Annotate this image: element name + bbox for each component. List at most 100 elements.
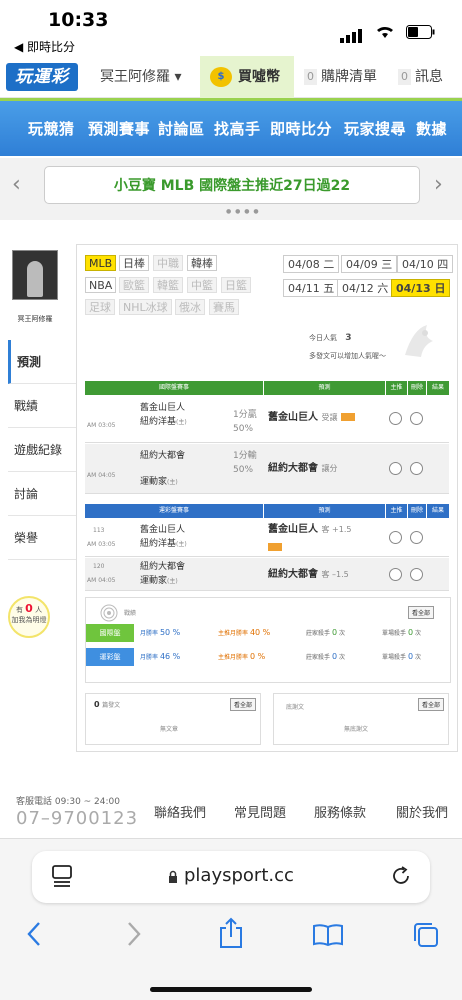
team-home: 運動家(主) xyxy=(140,575,178,588)
main-pick-radio[interactable] xyxy=(389,568,402,581)
intl-header-match: 國際盤賽事 xyxy=(85,381,263,395)
delete-radio[interactable] xyxy=(410,568,423,581)
light-bulb-button[interactable]: 有 0 人 加我為明燈 xyxy=(8,596,50,638)
footer-link-terms[interactable]: 服務條款 xyxy=(314,802,366,821)
tabs-icon[interactable] xyxy=(412,921,440,949)
main-nav: 玩競猜 預測賽事 討論區 找高手 即時比分 玩家搜尋 數據 xyxy=(0,98,462,156)
team-home: 紐約洋基(主) xyxy=(140,538,187,551)
sidebar-item-discussion[interactable]: 討論 xyxy=(8,472,76,516)
footer-link-faq[interactable]: 常見問題 xyxy=(234,802,286,821)
url-text[interactable]: playsport.cc xyxy=(184,865,294,886)
league-nba[interactable]: NBA xyxy=(85,277,117,293)
league-npb[interactable]: 日棒 xyxy=(119,255,149,271)
main-pick-radio[interactable] xyxy=(389,462,402,475)
sports-main-win: 主推月勝率 0 % xyxy=(218,648,265,667)
intl-record-label: 國際盤 xyxy=(86,624,134,642)
back-to-app-link[interactable]: ◀ 即時比分 xyxy=(14,38,75,55)
site-header: 玩運彩 冥王阿修羅 ▾ $ 買噓幣 0 購牌清單 0 訊息 xyxy=(0,56,462,98)
cart-link[interactable]: 0 購牌清單 xyxy=(304,56,377,98)
date-0412[interactable]: 04/12 六 xyxy=(337,279,394,297)
odds-badge-icon xyxy=(340,413,355,421)
message-label: 訊息 xyxy=(415,69,443,85)
league-cpbl: 中職 xyxy=(153,255,183,271)
banner-text[interactable]: 小豆寶 MLB 國際盤主推近27日過22 xyxy=(44,166,420,204)
record-view-all-button[interactable]: 看全部 xyxy=(408,606,435,619)
sports-record-label: 運彩盤 xyxy=(86,648,134,666)
sidebar-item-record[interactable]: 戰績 xyxy=(8,384,76,428)
site-logo[interactable]: 玩運彩 xyxy=(6,63,78,91)
team-away: 紐約大都會 xyxy=(140,562,186,572)
avatar-figure xyxy=(27,261,43,297)
sports-single-killer: 單場殺手 0 次 xyxy=(382,648,421,667)
nav-item-forum[interactable]: 討論區 xyxy=(158,118,205,139)
cart-count: 0 xyxy=(304,69,317,85)
signal-icon xyxy=(340,24,364,43)
sidebar-item-game-log[interactable]: 遊戲紀錄 xyxy=(8,428,76,472)
date-0408[interactable]: 04/08 二 xyxy=(283,255,340,273)
home-indicator xyxy=(150,987,312,992)
fav-label: 莊家殺手 xyxy=(306,630,331,637)
team-home: 運動家(主) xyxy=(140,476,178,489)
date-0409[interactable]: 04/09 三 xyxy=(341,255,398,273)
match-time: AM 04:05 xyxy=(87,577,116,584)
popularity-hint: 多發文可以增加人氣喔～ xyxy=(309,352,386,360)
footer-link-about[interactable]: 關於我們 xyxy=(396,802,448,821)
match-time: AM 04:05 xyxy=(87,472,116,479)
mascot-icon xyxy=(405,325,433,357)
pick-note: 受讓 xyxy=(321,413,338,422)
banner-next-arrow-icon[interactable]: › xyxy=(434,172,443,197)
posts-view-all-button[interactable]: 看全部 xyxy=(230,698,257,711)
league-kbo[interactable]: 韓棒 xyxy=(187,255,217,271)
sidebar-item-honor[interactable]: 榮譽 xyxy=(8,516,76,560)
bulb-count: 0 xyxy=(25,602,33,615)
thanks-empty: 無底謝文 xyxy=(344,726,369,733)
match-number: 120 xyxy=(93,563,105,570)
target-icon xyxy=(100,604,118,622)
buy-coin-button[interactable]: $ 買噓幣 xyxy=(200,56,294,98)
nav-item-player-search[interactable]: 玩家搜尋 xyxy=(344,118,406,139)
date-0411[interactable]: 04/11 五 xyxy=(283,279,340,297)
nav-item-data[interactable]: 數據 xyxy=(416,118,447,139)
team-home-name: 運動家 xyxy=(140,576,168,586)
user-menu[interactable]: 冥王阿修羅 ▾ xyxy=(100,56,181,98)
delete-radio[interactable] xyxy=(410,531,423,544)
pick-team-name: 紐約大都會 xyxy=(268,569,318,580)
delete-radio[interactable] xyxy=(410,462,423,475)
status-icons xyxy=(340,24,436,43)
footer-link-contact[interactable]: 聯絡我們 xyxy=(154,802,206,821)
thanks-view-all-button[interactable]: 看全部 xyxy=(418,698,445,711)
team-home-name: 紐約洋基 xyxy=(140,539,177,549)
pick-team-name: 舊金山巨人 xyxy=(268,412,318,423)
message-count: 0 xyxy=(398,69,411,85)
service-phone[interactable]: 07–9700123 xyxy=(16,808,138,829)
fav-unit: 次 xyxy=(338,654,345,661)
nav-item-livescore[interactable]: 即時比分 xyxy=(270,118,332,139)
nav-item-experts[interactable]: 找高手 xyxy=(214,118,261,139)
reload-icon[interactable] xyxy=(390,865,412,887)
league-euro-basket: 歐籃 xyxy=(119,277,149,293)
date-0413[interactable]: 04/13 日 xyxy=(391,279,451,297)
delete-radio[interactable] xyxy=(410,412,423,425)
pick-team: 舊金山巨人 客 +1.5 xyxy=(268,524,351,536)
date-0410[interactable]: 04/10 四 xyxy=(397,255,454,273)
line-value: 1分贏 xyxy=(233,410,257,420)
nav-item-predict[interactable]: 預測賽事 xyxy=(88,118,150,139)
avatar[interactable] xyxy=(12,250,58,300)
nav-item-guess[interactable]: 玩競猜 xyxy=(28,118,75,139)
back-arrow-icon[interactable] xyxy=(26,921,42,947)
address-bar[interactable]: playsport.cc xyxy=(32,851,430,903)
sidebar-item-predict[interactable]: 預測 xyxy=(8,340,80,384)
main-pick-radio[interactable] xyxy=(389,531,402,544)
league-khl: 俄冰 xyxy=(175,299,205,315)
main-pick-radio[interactable] xyxy=(389,412,402,425)
banner-prev-arrow-icon[interactable]: ‹ xyxy=(12,172,21,197)
message-link[interactable]: 0 訊息 xyxy=(398,56,443,98)
team-home: 紐約洋基(主) xyxy=(140,416,187,429)
reader-mode-icon[interactable] xyxy=(52,865,72,887)
share-icon[interactable] xyxy=(218,917,244,949)
bookmarks-icon[interactable] xyxy=(312,923,344,947)
league-mlb[interactable]: MLB xyxy=(85,255,117,271)
sports-header-match: 運彩盤賽事 xyxy=(85,504,263,518)
fav-label: 莊家殺手 xyxy=(306,654,331,661)
main-value: 0 % xyxy=(249,652,266,661)
